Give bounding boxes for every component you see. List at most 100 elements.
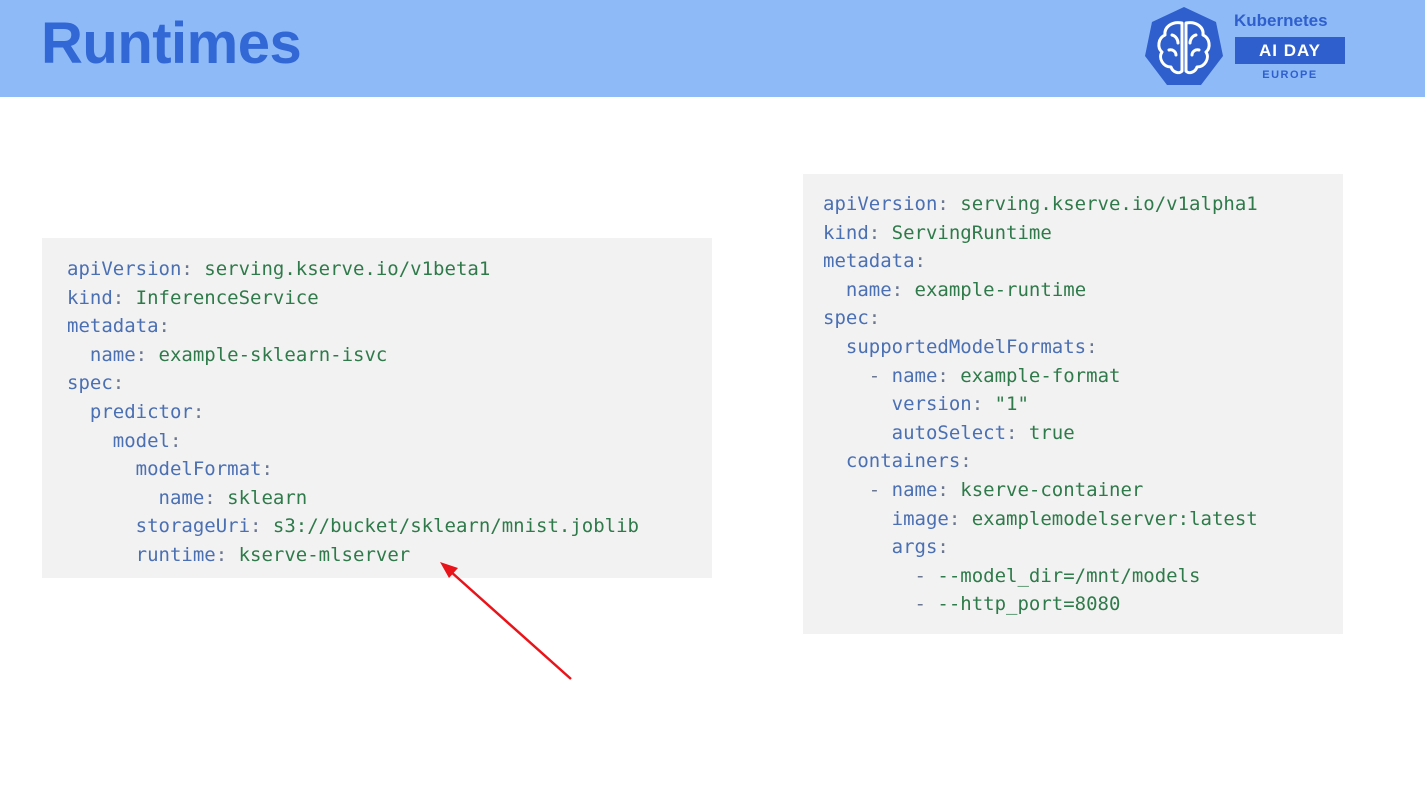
code-indent: -	[823, 364, 892, 387]
yaml-value: ServingRuntime	[891, 221, 1052, 244]
isvc-line: metadata:	[67, 312, 712, 341]
runtime-line: containers:	[823, 447, 1343, 476]
yaml-separator: :	[158, 315, 170, 338]
yaml-separator: :	[868, 221, 892, 244]
runtime-line: - name: example-format	[823, 362, 1343, 391]
yaml-key: name	[845, 278, 892, 301]
isvc-line: storageUri: s3://bucket/sklearn/mnist.jo…	[67, 512, 712, 541]
logo-brand-text: Kubernetes	[1234, 11, 1328, 30]
yaml-separator: :	[112, 286, 136, 309]
runtime-line: autoSelect: true	[823, 419, 1343, 448]
yaml-separator: :	[181, 258, 205, 280]
yaml-value: examplemodelserver:latest	[971, 507, 1258, 530]
yaml-separator: :	[215, 543, 239, 566]
slide-title: Runtimes	[41, 11, 302, 76]
yaml-value: example-runtime	[914, 278, 1087, 301]
yaml-key: autoSelect	[891, 421, 1007, 444]
yaml-key: name	[89, 343, 136, 366]
runtime-line: apiVersion: serving.kserve.io/v1alpha1	[823, 190, 1343, 219]
yaml-key: args	[891, 536, 938, 559]
yaml-key: containers	[845, 450, 961, 473]
runtime-line: metadata:	[823, 247, 1343, 276]
inference-service-yaml: apiVersion: serving.kserve.io/v1beta1 kin…	[42, 238, 712, 578]
yaml-key: kind	[67, 286, 113, 309]
yaml-key: runtime	[135, 543, 216, 566]
isvc-line: kind: InferenceService	[67, 284, 712, 313]
logo-event-badge: AI DAY	[1235, 37, 1345, 64]
code-indent: -	[823, 593, 938, 616]
yaml-value: serving.kserve.io/v1beta1	[204, 258, 491, 280]
yaml-key: spec	[823, 307, 869, 330]
yaml-key: kind	[823, 221, 869, 244]
yaml-value: kserve-container	[960, 478, 1144, 501]
yaml-separator: :	[135, 343, 159, 366]
yaml-key: metadata	[67, 315, 159, 338]
yaml-value: serving.kserve.io/v1alpha1	[960, 193, 1258, 215]
isvc-line: name: sklearn	[67, 484, 712, 513]
logo-region-text: EUROPE	[1262, 69, 1318, 81]
yaml-separator: :	[937, 364, 961, 387]
yaml-key: metadata	[823, 250, 915, 273]
yaml-separator: :	[971, 393, 995, 416]
yaml-separator: :	[914, 250, 926, 273]
yaml-key: modelFormat	[135, 458, 262, 481]
kubernetes-ai-day-logo: Kubernetes AI DAY EUROPE	[1142, 5, 1352, 89]
brain-heptagon-icon	[1145, 7, 1223, 85]
yaml-value: "1"	[994, 393, 1029, 416]
runtime-line: - --model_dir=/mnt/models	[823, 562, 1343, 591]
isvc-line: spec:	[67, 369, 712, 398]
yaml-separator: :	[1086, 335, 1098, 358]
yaml-separator: :	[112, 372, 125, 395]
yaml-key: predictor	[89, 400, 193, 423]
yaml-key: apiVersion	[823, 193, 938, 215]
yaml-separator: :	[192, 400, 205, 423]
slide: Runtimes Kubernetes AI DAY EUROPE apiVer…	[0, 0, 1425, 793]
yaml-separator: :	[204, 486, 228, 509]
yaml-value: example-format	[960, 364, 1121, 387]
yaml-separator: :	[1006, 421, 1029, 444]
isvc-line: modelFormat:	[67, 455, 712, 484]
yaml-value: kserve-mlserver	[238, 543, 411, 566]
yaml-separator: :	[937, 478, 961, 501]
yaml-separator: :	[937, 193, 961, 215]
isvc-line: apiVersion: serving.kserve.io/v1beta1	[67, 255, 712, 284]
code-indent: -	[823, 564, 938, 587]
runtime-line: image: examplemodelserver:latest	[823, 505, 1343, 534]
yaml-value: example-sklearn-isvc	[158, 343, 388, 366]
runtime-line: - name: kserve-container	[823, 476, 1343, 505]
yaml-key: apiVersion	[67, 258, 182, 280]
yaml-value: --http_port=8080	[937, 593, 1121, 616]
runtime-line: supportedModelFormats:	[823, 333, 1343, 362]
isvc-line: runtime: kserve-mlserver	[67, 541, 712, 570]
serving-runtime-yaml: apiVersion: serving.kserve.io/v1alpha1 ki…	[803, 174, 1343, 634]
isvc-line: name: example-sklearn-isvc	[67, 341, 712, 370]
yaml-value: s3://bucket/sklearn/mnist.joblib	[272, 515, 639, 538]
yaml-key: version	[891, 393, 972, 416]
yaml-value: true	[1028, 421, 1075, 444]
runtime-line: version: "1"	[823, 390, 1343, 419]
runtime-line: name: example-runtime	[823, 276, 1343, 305]
isvc-line: model:	[67, 427, 712, 456]
yaml-separator: :	[169, 429, 182, 452]
yaml-key: name	[891, 478, 938, 501]
yaml-value: --model_dir=/mnt/models	[937, 564, 1201, 587]
yaml-key: name	[891, 364, 938, 387]
code-indent: -	[823, 478, 892, 501]
yaml-separator: :	[891, 278, 915, 301]
yaml-separator: :	[937, 536, 949, 559]
yaml-separator: :	[261, 458, 273, 481]
yaml-separator: :	[960, 450, 972, 473]
yaml-key: storageUri	[135, 515, 251, 538]
yaml-key: name	[158, 486, 205, 509]
